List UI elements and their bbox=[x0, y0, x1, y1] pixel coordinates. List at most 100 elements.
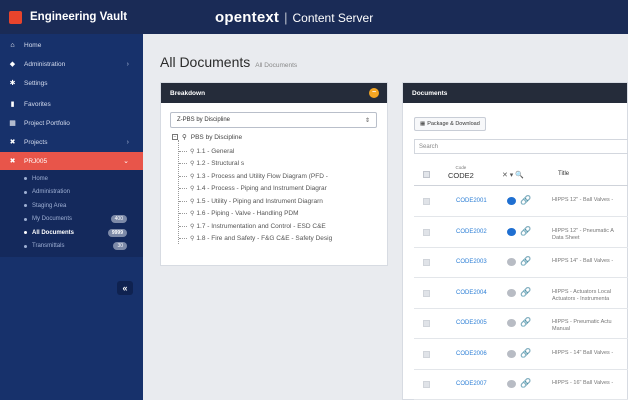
subnav-item-label: Home bbox=[32, 175, 49, 182]
document-code-link[interactable]: CODE2004 bbox=[456, 290, 487, 296]
comment-icon[interactable] bbox=[507, 288, 516, 297]
subnav-item-administration[interactable]: Administration bbox=[0, 186, 143, 200]
sidebar-item-home[interactable]: ⌂ Home bbox=[0, 36, 143, 54]
sidebar-item-label: Home bbox=[24, 41, 42, 49]
sidebar-item-administration[interactable]: ◆ Administration › bbox=[0, 55, 143, 73]
tree-node[interactable]: ⚲ 1.5 - Utility - Piping and Instrument D… bbox=[179, 195, 379, 207]
row-checkbox[interactable] bbox=[423, 198, 430, 205]
bullet-icon bbox=[24, 244, 27, 248]
brand[interactable]: Engineering Vault bbox=[0, 0, 143, 34]
subnav-item-home[interactable]: Home bbox=[0, 172, 143, 186]
hierarchy-icon: ⚲ bbox=[182, 134, 187, 141]
table-row[interactable]: CODE2001 🔗 HIPPS 12" - Ball Valves - bbox=[414, 187, 628, 217]
document-code-link[interactable]: CODE2005 bbox=[456, 320, 487, 326]
tree-node[interactable]: ⚲ 1.7 - Instrumentation and Control - ESD… bbox=[179, 220, 379, 232]
tree-node[interactable]: ⚲ 1.2 - Structural s bbox=[179, 158, 379, 170]
comment-icon[interactable] bbox=[507, 380, 516, 388]
row-checkbox[interactable] bbox=[423, 350, 430, 358]
row-checkbox[interactable] bbox=[423, 228, 430, 236]
tree-node[interactable]: ⚲ 1.8 - Fire and Safety - F&G C&E - Safet… bbox=[179, 233, 379, 245]
tree-node[interactable]: ⚲ 1.3 - Process and Utility Flow Diagram … bbox=[179, 170, 379, 182]
document-title-line1: HIPPS - 14" Ball Valves - bbox=[552, 349, 614, 356]
breakdown-select[interactable]: Z-PBS by Discipline ⇕ bbox=[170, 112, 377, 128]
count-badge: 9999 bbox=[107, 228, 127, 237]
portfolio-icon: ▦ bbox=[9, 120, 16, 127]
document-code-link[interactable]: CODE2003 bbox=[456, 259, 487, 265]
column-title-label[interactable]: Title bbox=[558, 171, 569, 177]
comment-icon[interactable] bbox=[507, 197, 516, 205]
attachment-icon[interactable]: 🔗 bbox=[520, 287, 531, 298]
gear-icon: ✱ bbox=[9, 80, 16, 87]
sidebar-item-favorites[interactable]: ▮ Favorites bbox=[0, 95, 143, 113]
attachment-icon[interactable]: 🔗 bbox=[520, 378, 531, 389]
subnav-item-label: Staging Area bbox=[32, 202, 67, 209]
document-code-link[interactable]: CODE2006 bbox=[456, 351, 487, 357]
search-input[interactable]: Search bbox=[414, 139, 628, 154]
tree-node-label: 1.5 - Utility - Piping and Instrument Di… bbox=[196, 197, 323, 205]
breakdown-header: Breakdown − bbox=[161, 83, 387, 103]
sidebar-item-prj005[interactable]: ✖ PRJ005 ⌄ bbox=[0, 152, 143, 170]
top-bar: Engineering Vault opentext | Content Ser… bbox=[0, 0, 628, 34]
product-name: Content Server bbox=[292, 10, 374, 25]
package-download-button[interactable]: ▦ Package & Download bbox=[414, 117, 486, 131]
row-checkbox[interactable] bbox=[423, 381, 430, 388]
collapse-sidebar-button[interactable]: « bbox=[117, 281, 133, 295]
document-code-link[interactable]: CODE2001 bbox=[456, 198, 487, 204]
tree-branch bbox=[179, 175, 187, 177]
sidebar-item-projects[interactable]: ✖ Projects › bbox=[0, 133, 143, 151]
subnav-item-all-documents[interactable]: All Documents 9999 bbox=[0, 226, 143, 240]
tools-icon: ✖ bbox=[9, 139, 16, 146]
subnav-item-label: My Documents bbox=[32, 216, 73, 223]
table-row[interactable]: CODE2007 🔗 HIPPS - 16" Ball Valves - bbox=[414, 370, 628, 400]
attachment-icon[interactable]: 🔗 bbox=[520, 195, 531, 206]
tree-node[interactable]: ⚲ 1.1 - General bbox=[179, 145, 379, 157]
document-title-line1: HIPPS 12" - Ball Valves - bbox=[552, 197, 614, 203]
tree-root[interactable]: − ⚲ PBS by Discipline bbox=[172, 133, 242, 141]
sidebar-item-label: Project Portfolio bbox=[24, 119, 70, 127]
document-code-link[interactable]: CODE2002 bbox=[456, 229, 487, 235]
table-row[interactable]: CODE2003 🔗 HIPPS 14" - Ball Valves - bbox=[414, 248, 628, 278]
subnav-item-transmittals[interactable]: Transmittals 30 bbox=[0, 240, 143, 254]
document-title-line2: Manual bbox=[552, 326, 571, 332]
row-checkbox[interactable] bbox=[423, 320, 430, 327]
document-code-link[interactable]: CODE2007 bbox=[456, 381, 487, 387]
documents-panel: Documents ▦ Package & Download Search Co… bbox=[402, 82, 628, 400]
attachment-icon[interactable]: 🔗 bbox=[520, 256, 531, 267]
comment-icon[interactable] bbox=[507, 349, 516, 358]
page-subtitle: All Documents bbox=[255, 62, 298, 69]
attachment-icon[interactable]: 🔗 bbox=[520, 348, 531, 359]
attachment-icon[interactable]: 🔗 bbox=[520, 226, 531, 237]
tree-branch bbox=[179, 200, 187, 202]
tree-branch bbox=[179, 213, 187, 214]
bookmark-icon: ▮ bbox=[10, 101, 15, 108]
sidebar-item-project-portfolio[interactable]: ▦ Project Portfolio bbox=[0, 114, 143, 132]
select-all-checkbox[interactable] bbox=[423, 171, 430, 178]
table-row[interactable]: CODE2004 🔗 HIPPS - Actuators Local Actuator… bbox=[414, 279, 628, 309]
chevron-icon: › bbox=[126, 60, 129, 68]
table-row[interactable]: CODE2006 🔗 HIPPS - 14" Ball Valves - bbox=[414, 340, 628, 370]
row-checkbox[interactable] bbox=[423, 289, 430, 297]
sidebar-item-settings[interactable]: ✱ Settings bbox=[0, 74, 143, 92]
minimize-panel-icon[interactable]: − bbox=[369, 88, 379, 98]
subnav-item-staging-area[interactable]: Staging Area bbox=[0, 199, 143, 213]
column-code-label: CODE2 bbox=[448, 171, 474, 180]
table-row[interactable]: CODE2002 🔗 HIPPS 12" - Pneumatic A Data She… bbox=[414, 218, 628, 248]
table-row[interactable]: CODE2005 🔗 HIPPS - Pneumatic Actu Manual bbox=[414, 309, 628, 339]
comment-icon[interactable] bbox=[507, 319, 516, 327]
tree-node[interactable]: ⚲ 1.4 - Process - Piping and Instrument D… bbox=[179, 183, 379, 195]
row-checkbox[interactable] bbox=[423, 259, 430, 266]
tree-node-label: 1.4 - Process - Piping and Instrument Di… bbox=[196, 185, 327, 192]
opentext-logo: opentext bbox=[215, 8, 280, 26]
comment-icon[interactable] bbox=[507, 227, 516, 236]
document-title-line1: HIPPS 14" - Ball Valves - bbox=[552, 258, 614, 264]
document-title: HIPPS 12" - Ball Valves - bbox=[552, 197, 628, 204]
column-code[interactable]: Code CODE2 bbox=[448, 165, 474, 180]
tree-node-label: 1.6 - Piping - Valve - Handling PDM bbox=[196, 210, 299, 217]
subnav-item-my-documents[interactable]: My Documents 400 bbox=[0, 213, 143, 227]
tree-node[interactable]: ⚲ 1.6 - Piping - Valve - Handling PDM bbox=[179, 208, 379, 220]
attachment-icon[interactable]: 🔗 bbox=[520, 317, 531, 328]
logo-separator: | bbox=[284, 9, 288, 25]
comment-icon[interactable] bbox=[507, 258, 516, 266]
breakdown-panel: Breakdown − Z-PBS by Discipline ⇕ − ⚲ PB… bbox=[160, 82, 388, 266]
column-code-controls[interactable]: ✕ ▾ 🔍 bbox=[502, 171, 524, 179]
